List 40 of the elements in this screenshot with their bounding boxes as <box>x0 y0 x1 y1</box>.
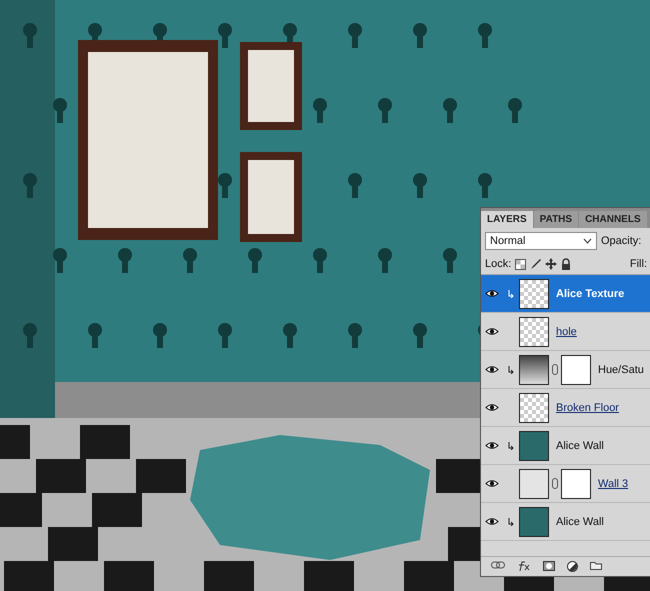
eye-icon[interactable] <box>485 365 499 374</box>
panel-tab[interactable]: PATHS <box>534 211 578 228</box>
layer-name: Hue/Satu <box>597 364 644 376</box>
link-icon[interactable] <box>491 561 505 569</box>
fill-label: Fill: <box>630 258 647 270</box>
blend-mode-dropdown[interactable]: Normal <box>485 232 597 250</box>
fx-icon[interactable] <box>517 561 531 571</box>
brush-icon[interactable] <box>530 258 542 270</box>
panel-tab[interactable]: LAYERS <box>481 211 533 228</box>
layer-row[interactable]: hole <box>481 313 650 351</box>
layer-name: hole <box>555 326 577 338</box>
layer-row[interactable]: Wall 3 <box>481 465 650 503</box>
layer-name: Alice Wall <box>555 440 604 452</box>
panel-tab[interactable]: CHANNELS <box>579 211 647 228</box>
eye-icon[interactable] <box>485 289 499 298</box>
layer-name: Broken Floor <box>555 402 619 414</box>
eye-icon[interactable] <box>485 517 499 526</box>
eye-icon[interactable] <box>485 479 499 488</box>
move-icon[interactable] <box>545 258 558 270</box>
eye-icon[interactable] <box>485 327 499 336</box>
layer-name: Alice Texture <box>555 288 624 300</box>
chevron-icon <box>583 238 592 244</box>
eye-icon[interactable] <box>485 403 499 412</box>
layer-name: Alice Wall <box>555 516 604 528</box>
adjustment-icon[interactable] <box>567 561 578 572</box>
layer-row[interactable]: Alice Texture <box>481 275 650 313</box>
lock-label: Lock: <box>485 258 512 270</box>
opacity-label: Opacity: <box>601 235 642 247</box>
eye-icon[interactable] <box>485 441 499 450</box>
chain-link-icon <box>552 478 558 489</box>
mask-icon[interactable] <box>543 561 555 571</box>
layer-row[interactable]: Alice Wall <box>481 503 650 541</box>
layer-name: Wall 3 <box>597 478 628 490</box>
lock-icon[interactable] <box>561 258 572 270</box>
chain-link-icon <box>552 364 558 375</box>
layer-row[interactable]: Hue/Satu <box>481 351 650 389</box>
lock-transparency-icon[interactable] <box>515 258 526 270</box>
layer-row[interactable]: Alice Wall <box>481 427 650 465</box>
layer-row[interactable]: Broken Floor <box>481 389 650 427</box>
folder-icon[interactable] <box>590 561 602 570</box>
